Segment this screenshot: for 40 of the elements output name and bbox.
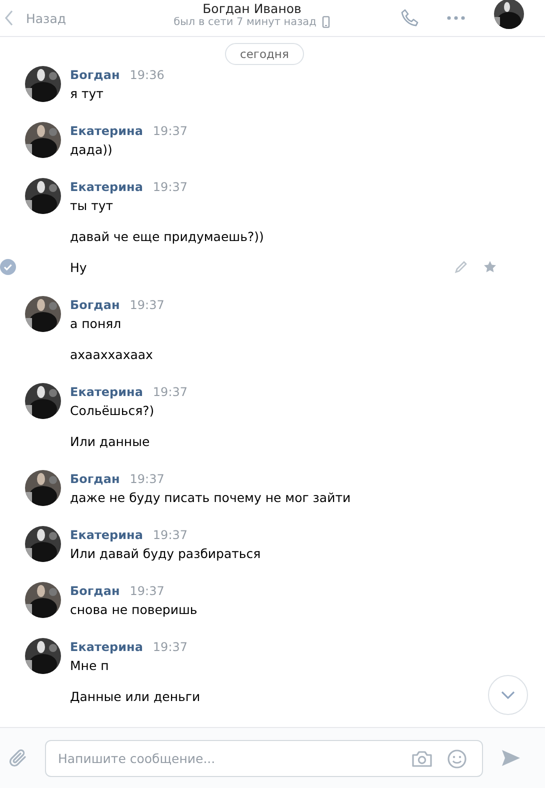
message-time: 19:37 xyxy=(130,472,164,486)
message-text: снова не поверишь xyxy=(70,602,198,616)
author-name[interactable]: Богдан xyxy=(70,472,120,486)
author-name[interactable]: Екатерина xyxy=(70,528,143,542)
author-name[interactable]: Богдан xyxy=(70,584,120,598)
author-name[interactable]: Богдан xyxy=(70,298,120,312)
chat-title: Богдан Иванов xyxy=(202,0,302,16)
message-text: Мне п xyxy=(70,658,109,672)
message-text: дада)) xyxy=(70,142,112,156)
author-name[interactable]: Богдан xyxy=(70,68,120,82)
message-time: 19:37 xyxy=(130,298,164,312)
author-name[interactable]: Екатерина xyxy=(70,385,143,399)
message-text: Данные или деньги xyxy=(70,688,200,704)
message-text: Или данные xyxy=(70,434,150,448)
star-icon[interactable] xyxy=(483,260,497,274)
chevron-icon xyxy=(4,10,14,26)
message-text: ахааххахаах xyxy=(70,346,153,362)
message-text: давай че еще придумаешь?)) xyxy=(70,228,264,244)
message-time: 19:37 xyxy=(152,528,188,542)
mobile-icon xyxy=(322,16,330,28)
message-text: даже не буду писать почему не мог зайти xyxy=(70,490,351,504)
author-name[interactable]: Екатерина xyxy=(70,124,143,138)
message-time: 19:36 xyxy=(130,68,164,82)
message-time: 19:37 xyxy=(152,124,188,138)
message-time: 19:37 xyxy=(152,180,188,194)
message-text: я тут xyxy=(70,86,104,100)
message-text: Сольёшься?) xyxy=(70,402,154,418)
check-icon[interactable] xyxy=(0,259,16,275)
message-text: Ну xyxy=(70,260,87,274)
date-divider: сегодня xyxy=(225,43,304,65)
message-text: Или давай буду разбираться xyxy=(70,546,261,560)
message-time: 19:37 xyxy=(152,640,188,654)
message-text: ты тут xyxy=(70,198,114,212)
online-status: был в сети 7 минут назад xyxy=(174,16,316,28)
message-time: 19:37 xyxy=(152,385,188,399)
chevron-down-icon xyxy=(501,691,515,699)
author-name[interactable]: Екатерина xyxy=(70,180,143,194)
message-time: 19:37 xyxy=(130,584,164,598)
author-name[interactable]: Екатерина xyxy=(70,640,143,654)
message-text: а понял xyxy=(70,316,122,330)
